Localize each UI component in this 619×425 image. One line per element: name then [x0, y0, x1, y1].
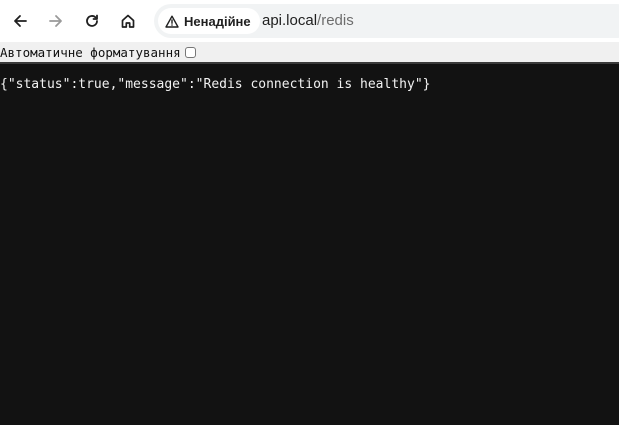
home-button[interactable] [113, 6, 143, 36]
address-bar[interactable]: Ненадійне api.local/redis [154, 4, 619, 38]
browser-toolbar: Ненадійне api.local/redis [0, 0, 619, 42]
pretty-print-bar: Автоматичне форматування [0, 42, 619, 64]
forward-button[interactable] [41, 6, 71, 36]
url-text[interactable]: api.local/redis [262, 12, 354, 30]
arrow-right-icon [49, 15, 62, 27]
reload-icon [86, 14, 98, 27]
url-path: /redis [317, 12, 354, 29]
arrow-left-icon [14, 15, 27, 27]
pretty-print-checkbox[interactable] [184, 46, 196, 58]
home-icon [121, 14, 135, 28]
security-label: Ненадійне [184, 13, 251, 29]
url-host: api.local [262, 12, 318, 29]
pretty-print-label: Автоматичне форматування [0, 44, 181, 60]
back-button[interactable] [5, 6, 35, 36]
reload-button[interactable] [77, 6, 107, 36]
json-response-text: {"status":true,"message":"Redis connecti… [0, 77, 431, 92]
security-chip[interactable]: Ненадійне [158, 8, 260, 34]
warning-triangle-icon [165, 15, 179, 28]
